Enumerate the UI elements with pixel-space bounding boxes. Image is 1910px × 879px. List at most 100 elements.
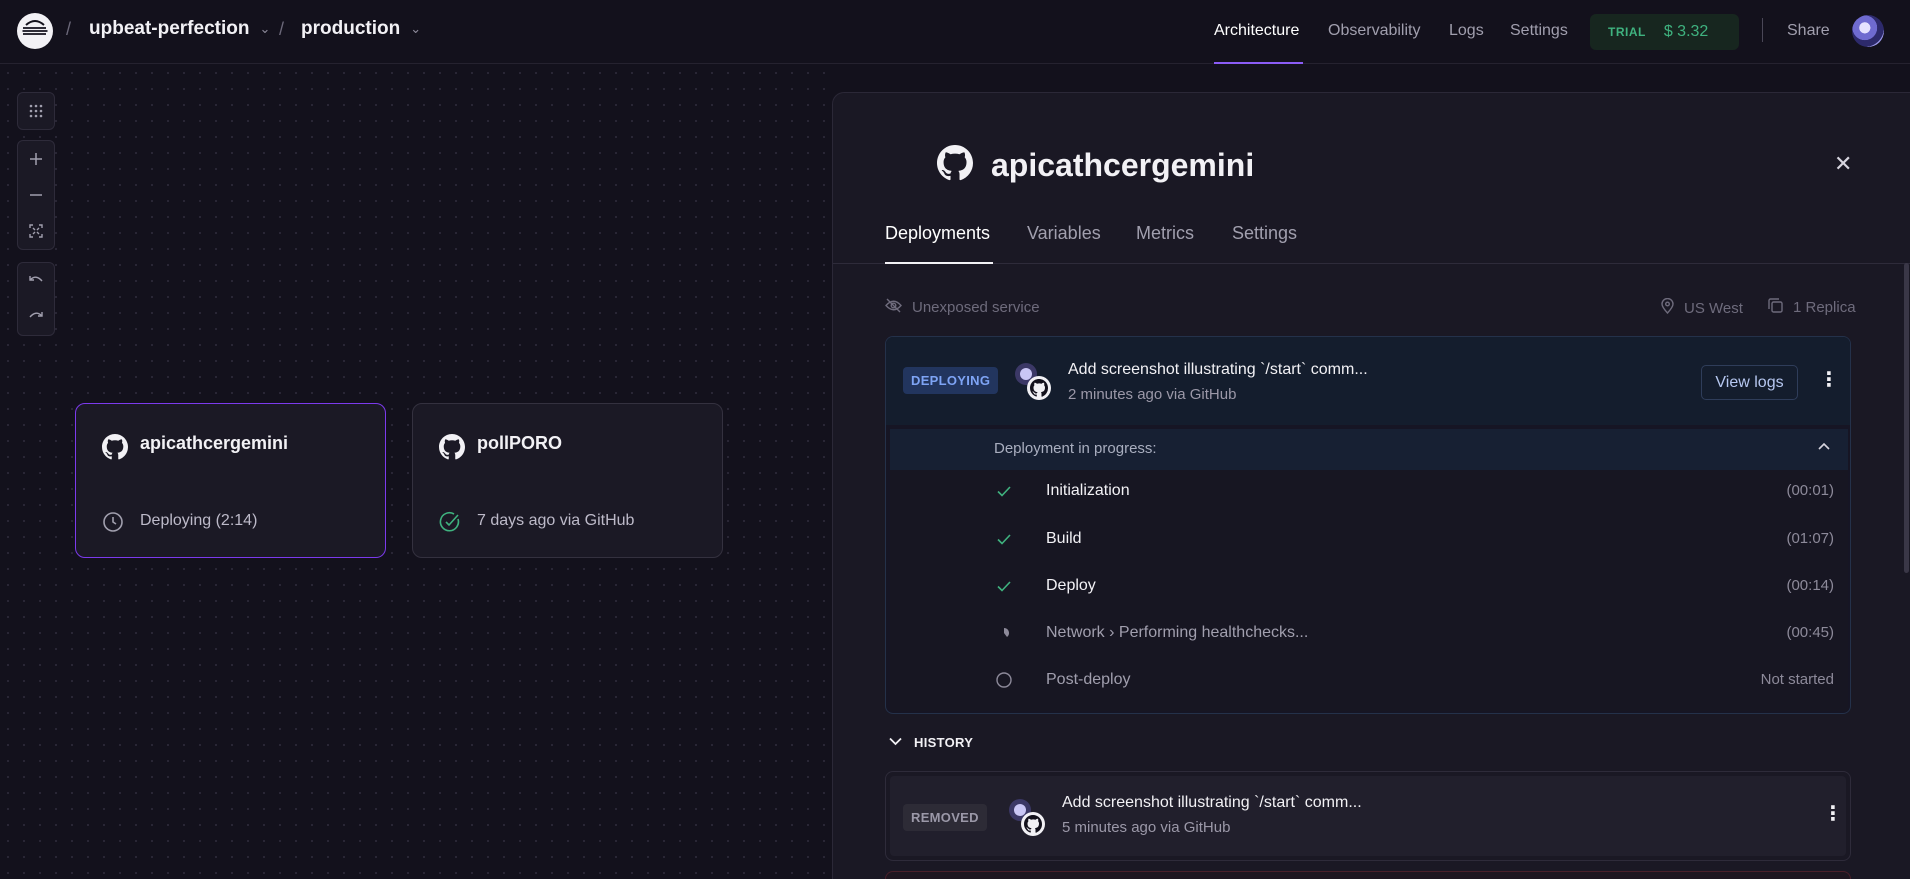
region-label: US West [1684, 299, 1743, 317]
service-card-apicathcergemini[interactable]: apicathcergemini Deploying (2:14) [75, 403, 386, 558]
panel-tabs: Deployments Variables Metrics Settings [833, 223, 1910, 264]
progress-steps: Initialization (00:01) Build (01:07) Dep… [890, 470, 1848, 711]
deployment-time: 5 minutes ago via GitHub [1062, 819, 1231, 836]
chevron-up-icon [1818, 437, 1830, 453]
progress-label: Deployment in progress: [994, 440, 1157, 457]
step-name: Post-deploy [1046, 671, 1131, 688]
step-post-deploy: Post-deploy Not started [890, 660, 1848, 700]
deployment-time: 2 minutes ago via GitHub [1068, 386, 1237, 403]
replica-label: 1 Replica [1793, 299, 1856, 316]
nav-logs[interactable]: Logs [1449, 22, 1484, 40]
more-vertical-icon[interactable]: ⋮ [1823, 804, 1843, 824]
step-initialization: Initialization (00:01) [890, 471, 1848, 511]
github-icon [937, 145, 973, 186]
environment-name: production [301, 18, 401, 39]
region-info: US West [1661, 297, 1743, 318]
commit-message: Add screenshot illustrating `/start` com… [1062, 794, 1362, 811]
status-badge: REMOVED [903, 804, 987, 831]
service-card-pollporo[interactable]: pollPORO 7 days ago via GitHub [412, 403, 723, 558]
commit-message: Add screenshot illustrating `/start` com… [1068, 361, 1368, 378]
tab-active-indicator [885, 262, 993, 264]
canvas-history-controls [17, 262, 55, 336]
tab-settings[interactable]: Settings [1232, 223, 1297, 244]
commit-author-avatar [1012, 360, 1054, 402]
step-name: Build [1046, 530, 1082, 547]
history-deployment-failed[interactable] [885, 871, 1851, 879]
history-toggle[interactable]: HISTORY [889, 733, 973, 751]
deployment-header[interactable]: DEPLOYING Add screenshot illustrating `/… [886, 337, 1850, 425]
view-logs-button[interactable]: View logs [1701, 365, 1798, 400]
trial-badge[interactable]: TRIAL $ 3.32 [1590, 14, 1739, 50]
step-time: (00:14) [1786, 577, 1834, 594]
zoom-out-icon[interactable] [18, 177, 54, 213]
grid-icon[interactable] [18, 93, 54, 129]
trial-label: TRIAL [1608, 25, 1646, 39]
canvas-grid-control [17, 92, 55, 130]
step-network: Network › Performing healthchecks... (00… [890, 613, 1848, 653]
step-time: (01:07) [1786, 530, 1834, 547]
nav-observability[interactable]: Observability [1328, 22, 1420, 40]
panel-title: apicathcergemini [991, 147, 1255, 183]
github-icon [102, 434, 128, 465]
railway-logo-icon[interactable] [17, 13, 53, 49]
commit-author-avatar [1006, 796, 1048, 838]
nav-architecture[interactable]: Architecture [1214, 22, 1299, 40]
architecture-canvas[interactable]: apicathcergemini Deploying (2:14) pollPO… [0, 65, 832, 879]
undo-icon[interactable] [18, 263, 54, 299]
step-time: Not started [1760, 671, 1834, 688]
step-name: Initialization [1046, 482, 1130, 499]
clock-icon [102, 511, 124, 538]
fit-view-icon[interactable] [18, 213, 54, 249]
history-label: HISTORY [914, 734, 974, 750]
chevron-down-icon: ⌄ [259, 21, 271, 36]
service-name: apicathcergemini [140, 433, 289, 453]
redo-icon[interactable] [18, 299, 54, 335]
history-deployment[interactable]: REMOVED Add screenshot illustrating `/st… [885, 771, 1851, 861]
avatar[interactable] [1852, 15, 1884, 47]
tab-variables[interactable]: Variables [1027, 223, 1101, 244]
divider [1762, 18, 1763, 42]
nav-active-indicator [1214, 62, 1303, 64]
service-status: Deploying (2:14) [140, 512, 258, 529]
check-icon [996, 531, 1012, 547]
nav-settings[interactable]: Settings [1510, 22, 1568, 40]
spinner-icon [996, 625, 1012, 641]
canvas-zoom-controls [17, 140, 55, 250]
step-name: Deploy [1046, 577, 1096, 594]
status-badge: DEPLOYING [903, 367, 999, 394]
check-icon [996, 578, 1012, 594]
service-name: pollPORO [477, 433, 562, 453]
tab-deployments[interactable]: Deployments [885, 223, 990, 244]
github-icon [439, 434, 465, 465]
check-circle-icon [439, 511, 461, 538]
more-vertical-icon[interactable]: ⋮ [1819, 370, 1839, 390]
eye-off-icon [885, 298, 902, 317]
project-selector[interactable]: upbeat-perfection ⌄ [89, 18, 270, 40]
check-icon [996, 483, 1012, 499]
pending-circle-icon [996, 672, 1012, 688]
progress-toggle[interactable]: Deployment in progress: [890, 429, 1848, 470]
trial-balance: $ 3.32 [1663, 23, 1709, 40]
project-name: upbeat-perfection [89, 18, 250, 39]
step-deploy: Deploy (00:14) [890, 566, 1848, 606]
top-bar: / upbeat-perfection ⌄ / production ⌄ Arc… [0, 0, 1910, 64]
step-time: (00:01) [1786, 482, 1834, 499]
chevron-down-icon [889, 733, 902, 751]
share-button[interactable]: Share [1787, 22, 1830, 40]
history-deployment-row: REMOVED Add screenshot illustrating `/st… [890, 776, 1846, 856]
active-deployment: DEPLOYING Add screenshot illustrating `/… [885, 336, 1851, 714]
panel-header: apicathcergemini [937, 145, 1254, 186]
step-build: Build (01:07) [890, 519, 1848, 559]
step-name: Network › Performing healthchecks... [1046, 624, 1309, 641]
chevron-down-icon: ⌄ [410, 21, 422, 36]
step-time: (00:45) [1786, 624, 1834, 641]
scrollbar[interactable] [1904, 263, 1909, 573]
tab-metrics[interactable]: Metrics [1136, 223, 1194, 244]
service-panel: apicathcergemini ✕ Deployments Variables… [832, 92, 1910, 879]
service-status: 7 days ago via GitHub [477, 512, 635, 529]
close-icon[interactable]: ✕ [1834, 151, 1852, 177]
environment-selector[interactable]: production ⌄ [301, 18, 421, 40]
exposure-label: Unexposed service [912, 299, 1040, 316]
breadcrumb-separator: / [66, 19, 72, 39]
zoom-in-icon[interactable] [18, 141, 54, 177]
